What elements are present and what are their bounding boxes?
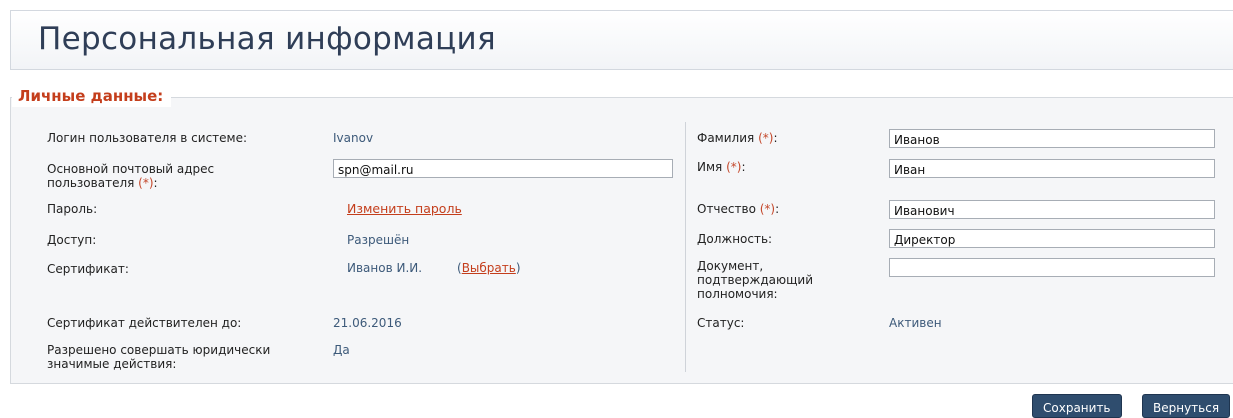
name-label: Имя (*):: [697, 160, 746, 174]
change-password-link[interactable]: Изменить пароль: [347, 202, 462, 216]
section-title: Личные данные:: [12, 85, 172, 107]
page-header: Персональная информация: [10, 10, 1233, 70]
document-field[interactable]: [889, 258, 1215, 277]
required-mark: (*): [138, 176, 154, 190]
legal-actions-value: Да: [333, 343, 350, 357]
email-field[interactable]: [333, 159, 673, 178]
document-label: Документ, подтверждающий полномочия:: [697, 259, 814, 301]
patronymic-field[interactable]: [889, 200, 1215, 219]
save-button[interactable]: Сохранить: [1032, 394, 1122, 418]
login-label: Логин пользователя в системе:: [47, 131, 248, 145]
back-button[interactable]: Вернуться: [1142, 394, 1231, 418]
required-mark: (*): [726, 160, 742, 174]
password-label: Пароль:: [47, 202, 98, 216]
email-label-line1: Основной почтовый адрес: [47, 162, 215, 176]
name-field[interactable]: [889, 159, 1215, 178]
cert-valid-value: 21.06.2016: [333, 316, 402, 330]
required-mark: (*): [758, 131, 774, 145]
login-value: Ivanov: [333, 131, 374, 145]
status-label: Статус:: [697, 316, 745, 330]
access-label: Доступ:: [47, 233, 97, 247]
surname-field[interactable]: [889, 129, 1215, 148]
required-mark: (*): [759, 202, 776, 216]
access-value: Разрешён: [347, 233, 410, 247]
legal-actions-label: Разрешено совершать юридически значимые …: [47, 343, 271, 371]
cert-valid-label: Сертификат действителен до:: [47, 316, 242, 330]
certificate-label: Сертификат:: [47, 262, 129, 276]
position-label: Должность:: [697, 232, 773, 246]
position-field[interactable]: [889, 229, 1215, 248]
column-divider: [685, 122, 686, 372]
patronymic-label: Отчество (*):: [697, 202, 780, 216]
page-title: Персональная информация: [38, 21, 496, 57]
surname-label: Фамилия (*):: [697, 131, 778, 145]
certificate-choose: (Выбрать): [457, 261, 521, 275]
certificate-value: Иванов И.И.: [347, 261, 423, 275]
email-label-line2: пользователя: [47, 176, 135, 190]
choose-certificate-link[interactable]: Выбрать: [462, 261, 516, 275]
status-value: Активен: [889, 316, 942, 330]
email-label: Основной почтовый адрес пользователя (*)…: [47, 162, 215, 190]
